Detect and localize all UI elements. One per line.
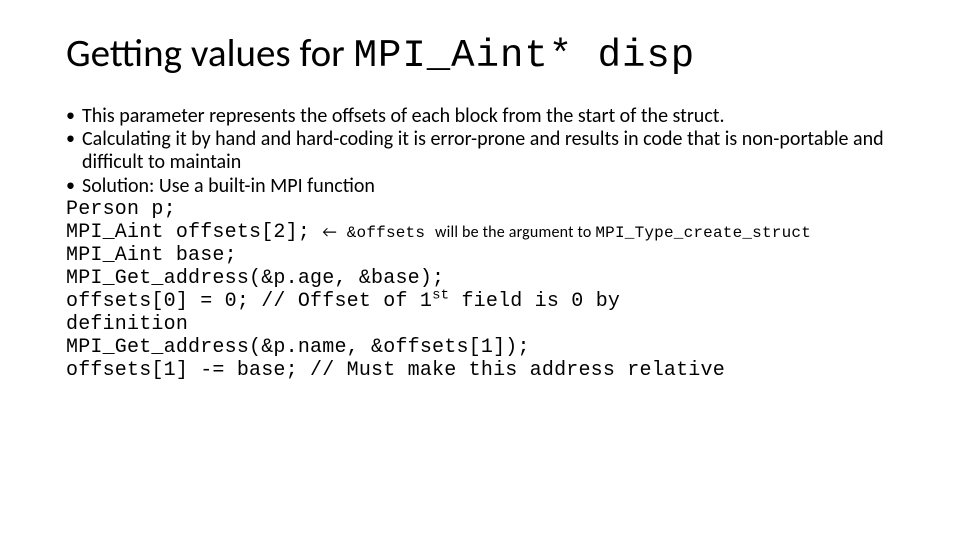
slide-title: Getting values for MPI_Aint* disp: [66, 34, 900, 77]
bullet-item: • Solution: Use a built-in MPI function: [66, 175, 900, 198]
bullet-text: Calculating it by hand and hard-coding i…: [82, 128, 900, 174]
code-line: MPI_Get_address(&p.age, &base);: [66, 267, 900, 290]
bullet-dot: •: [66, 105, 82, 128]
title-code: MPI_Aint* disp: [354, 34, 696, 78]
bullet-item: • Calculating it by hand and hard-coding…: [66, 128, 900, 174]
code-text: field is 0 by: [449, 290, 620, 313]
code-line: MPI_Get_address(&p.name, &offsets[1]);: [66, 336, 900, 359]
code-text: MPI_Aint offsets[2];: [66, 221, 322, 244]
superscript: st: [432, 287, 449, 303]
bullet-text: Solution: Use a built-in MPI function: [82, 175, 900, 198]
slide: Getting values for MPI_Aint* disp • This…: [0, 0, 960, 382]
code-line: MPI_Aint offsets[2]; ← &offsets will be …: [66, 221, 900, 244]
code-line: offsets[0] = 0; // Offset of 1st field i…: [66, 290, 900, 313]
code-text: offsets[0] = 0; // Offset of 1: [66, 290, 432, 313]
slide-content: • This parameter represents the offsets …: [66, 105, 900, 382]
code-line: offsets[1] -= base; // Must make this ad…: [66, 359, 900, 382]
bullet-text: This parameter represents the offsets of…: [82, 105, 900, 128]
bullet-item: • This parameter represents the offsets …: [66, 105, 900, 128]
bullet-dot: •: [66, 128, 82, 174]
arrow-icon: ←: [322, 223, 337, 242]
code-line: Person p;: [66, 198, 900, 221]
bullet-dot: •: [66, 175, 82, 198]
title-text: Getting values for: [66, 30, 354, 77]
code-note: &offsets: [337, 224, 435, 242]
code-line: definition: [66, 313, 900, 336]
code-line: MPI_Aint base;: [66, 244, 900, 267]
code-note: MPI_Type_create_struct: [595, 224, 811, 242]
code-note: will be the argument to: [435, 223, 595, 242]
